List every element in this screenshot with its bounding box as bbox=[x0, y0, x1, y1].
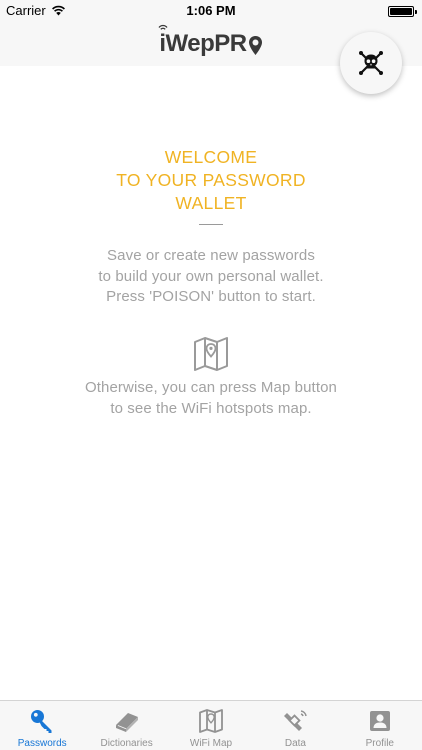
logo-text: iWepPR bbox=[159, 30, 247, 57]
tab-label: Dictionaries bbox=[100, 738, 153, 749]
intro-line: to build your own personal wallet. bbox=[98, 267, 324, 285]
tab-passwords[interactable]: Passwords bbox=[0, 701, 84, 750]
welcome-line: TO YOUR PASSWORD bbox=[116, 170, 306, 190]
welcome-heading: WELCOME TO YOUR PASSWORD WALLET bbox=[0, 146, 422, 215]
map-pin-icon bbox=[194, 337, 228, 371]
tab-dictionaries[interactable]: Dictionaries bbox=[84, 701, 168, 750]
map-hint-text: Otherwise, you can press Map button to s… bbox=[0, 378, 422, 419]
map-hint-line: Otherwise, you can press Map button bbox=[85, 379, 337, 396]
intro-line: Press 'POISON' button to start. bbox=[106, 288, 316, 305]
skull-crossbones-icon bbox=[359, 51, 383, 75]
status-bar: Carrier 1:06 PM bbox=[0, 0, 422, 22]
tab-label: WiFi Map bbox=[189, 738, 233, 749]
key-icon bbox=[31, 710, 52, 733]
tab-label: Passwords bbox=[17, 738, 67, 749]
tab-data[interactable]: Data bbox=[253, 701, 337, 750]
map-hint-line: to see the WiFi hotspots map. bbox=[110, 399, 312, 417]
battery-icon bbox=[388, 6, 417, 17]
logo-pin-icon bbox=[248, 36, 262, 55]
map-icon bbox=[199, 709, 223, 733]
tab-bar: Passwords Dictionaries WiFi Map Data Pro… bbox=[0, 700, 422, 750]
status-time: 1:06 PM bbox=[186, 3, 236, 18]
tab-label: Data bbox=[284, 738, 306, 749]
heading-divider bbox=[199, 224, 223, 225]
welcome-line: WALLET bbox=[175, 193, 247, 213]
welcome-line: WELCOME bbox=[164, 147, 258, 167]
tab-label: Profile bbox=[365, 738, 394, 749]
logo-wifi-icon bbox=[158, 24, 168, 30]
intro-text: Save or create new passwords to build yo… bbox=[0, 246, 422, 308]
book-icon bbox=[115, 713, 138, 732]
intro-line: Save or create new passwords bbox=[107, 247, 315, 264]
satellite-icon bbox=[284, 710, 308, 731]
tab-profile[interactable]: Profile bbox=[338, 701, 422, 750]
poison-button[interactable] bbox=[340, 32, 402, 94]
profile-icon bbox=[369, 711, 390, 731]
tab-wifi-map[interactable]: WiFi Map bbox=[169, 701, 253, 750]
